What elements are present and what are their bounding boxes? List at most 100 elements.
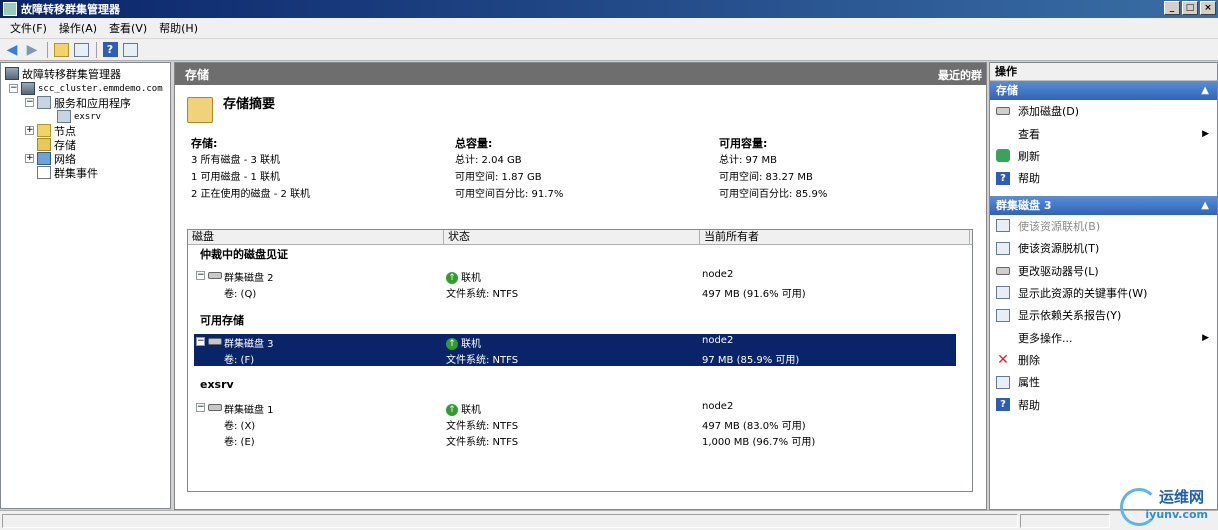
menu-view[interactable]: 查看(V) [103, 20, 153, 36]
view-icon [996, 127, 1010, 140]
disk-status: 联机 [461, 405, 481, 416]
storage-heading: 存储: [191, 137, 218, 150]
action-take-offline[interactable]: 使该资源脱机(T) [990, 237, 1217, 259]
group-available-storage: 可用存储 [200, 314, 244, 327]
action-show-critical-events[interactable]: 显示此资源的关键事件(W) [990, 282, 1217, 304]
disk-owner: node2 [702, 401, 734, 412]
tree-root[interactable]: 故障转移群集管理器 [5, 66, 121, 81]
menu-action[interactable]: 操作(A) [53, 20, 103, 36]
toolbar: ◀ ▶ ? [0, 39, 1218, 61]
tree-services[interactable]: − 服务和应用程序 [25, 95, 131, 110]
collapse-icon[interactable]: − [25, 98, 34, 107]
action-delete[interactable]: ✕ 删除 [990, 349, 1217, 371]
volume-filesystem: 文件系统: NTFS [446, 437, 519, 448]
volume-row[interactable]: 卷: (Q) 文件系统: NTFS 497 MB (91.6% 可用) [194, 284, 956, 300]
report-icon [996, 308, 1010, 322]
collapse-icon[interactable]: − [196, 403, 205, 412]
collapse-caret-icon[interactable]: ▲ [1201, 196, 1209, 215]
volume-size: 97 MB (85.9% 可用) [702, 355, 800, 366]
action-change-drive-letter[interactable]: 更改驱动器号(L) [990, 259, 1217, 281]
submenu-arrow-icon: ▶ [1202, 128, 1209, 139]
expand-icon[interactable]: + [25, 126, 34, 135]
take-offline-icon [996, 241, 1010, 255]
action-label: 更改驱动器号(L) [1018, 264, 1099, 278]
show-hide-tree-icon[interactable] [72, 41, 90, 59]
back-arrow-icon[interactable]: ◀ [3, 41, 21, 59]
disk-row[interactable]: − 群集磁盘 1 ↑ 联机 node2 [194, 400, 956, 416]
menu-bar: 文件(F) 操作(A) 查看(V) 帮助(H) [0, 18, 1218, 39]
server-icon [57, 110, 71, 123]
action-help-2[interactable]: ? 帮助 [990, 394, 1217, 416]
action-refresh[interactable]: 刷新 [990, 145, 1217, 167]
network-icon [37, 152, 51, 165]
online-icon: ↑ [446, 404, 458, 416]
summary-line: 可用空间: 83.27 MB [719, 172, 813, 183]
events-icon [996, 286, 1010, 300]
add-disk-icon [996, 107, 1010, 116]
submenu-arrow-icon: ▶ [1202, 332, 1209, 343]
status-segment [2, 514, 1018, 528]
volume-row-selected[interactable]: 卷: (F) 文件系统: NTFS 97 MB (85.9% 可用) [194, 350, 956, 366]
disk-row[interactable]: − 群集磁盘 2 ↑ 联机 node2 [194, 268, 956, 284]
expand-icon[interactable]: + [25, 154, 34, 163]
summary-line: 3 所有磁盘 - 3 联机 [191, 155, 281, 166]
up-folder-icon[interactable] [52, 41, 70, 59]
summary-line: 2 正在使用的磁盘 - 2 联机 [191, 189, 311, 200]
volume-row[interactable]: 卷: (E) 文件系统: NTFS 1,000 MB (96.7% 可用) [194, 432, 956, 448]
column-header-status[interactable]: 状态 [444, 230, 700, 244]
column-header-owner[interactable]: 当前所有者 [700, 230, 970, 244]
forward-arrow-icon[interactable]: ▶ [23, 41, 41, 59]
minimize-button[interactable]: _ [1164, 1, 1180, 15]
action-label: 帮助 [1018, 172, 1040, 186]
action-add-disk[interactable]: 添加磁盘(D) [990, 100, 1217, 122]
collapse-caret-icon[interactable]: ▲ [1201, 81, 1209, 100]
close-button[interactable]: × [1200, 1, 1216, 15]
disk-status: 联机 [461, 339, 481, 350]
storage-summary: 存储: 3 所有磁盘 - 3 联机 1 可用磁盘 - 1 联机 2 正在使用的磁… [191, 135, 310, 203]
total-heading: 总容量: [455, 137, 493, 150]
group-exsrv: exsrv [200, 378, 234, 391]
tree-cluster-label: scc_cluster.emmdemo.com [38, 83, 163, 94]
action-view[interactable]: 查看 ▶ [990, 122, 1217, 144]
volume-row[interactable]: 卷: (X) 文件系统: NTFS 497 MB (83.0% 可用) [194, 416, 956, 432]
refresh-icon [996, 149, 1010, 163]
help-icon[interactable]: ? [101, 41, 119, 59]
action-more-actions[interactable]: 更多操作... ▶ [990, 327, 1217, 349]
action-dependency-report[interactable]: 显示依赖关系报告(Y) [990, 304, 1217, 326]
action-label: 删除 [1018, 354, 1040, 368]
collapse-icon[interactable]: − [196, 337, 205, 346]
actions-section-storage[interactable]: 存储 ▲ [990, 81, 1217, 100]
actions-pane: 操作 存储 ▲ 添加磁盘(D) 查看 ▶ 刷新 ? 帮助 群集磁盘 3 ▲ 使该资源… [989, 62, 1218, 510]
column-header-disk[interactable]: 磁盘 [188, 230, 444, 244]
volume-filesystem: 文件系统: NTFS [446, 289, 519, 300]
more-icon [996, 331, 1010, 344]
action-properties[interactable]: 属性 [990, 371, 1217, 393]
services-icon [37, 96, 51, 109]
menu-file[interactable]: 文件(F) [4, 20, 53, 36]
online-icon: ↑ [446, 272, 458, 284]
volume-label: 卷: (E) [224, 437, 255, 448]
cluster-manager-icon [5, 67, 19, 80]
recent-events-label[interactable]: 最近的群 [938, 67, 982, 83]
center-header: 存储 最近的群 [175, 63, 986, 85]
restore-button[interactable]: □ [1182, 1, 1198, 15]
volume-size: 497 MB (83.0% 可用) [702, 421, 806, 432]
menu-help[interactable]: 帮助(H) [153, 20, 204, 36]
disk-owner: node2 [702, 269, 734, 280]
action-label: 使该资源脱机(T) [1018, 242, 1100, 256]
events-icon [37, 166, 51, 179]
show-hide-action-pane-icon[interactable] [121, 41, 139, 59]
center-header-title: 存储 [185, 67, 210, 82]
action-bring-online[interactable]: 使该资源联机(B) [990, 215, 1217, 237]
disk-row-selected[interactable]: − 群集磁盘 3 ↑ 联机 node2 [194, 334, 956, 350]
disk-grid: 磁盘 状态 当前所有者 仲裁中的磁盘见证 − 群集磁盘 2 ↑ 联机 node2 … [187, 229, 973, 492]
collapse-icon[interactable]: − [9, 84, 18, 93]
toolbar-separator [47, 41, 48, 58]
collapse-icon[interactable]: − [196, 271, 205, 280]
action-help[interactable]: ? 帮助 [990, 167, 1217, 189]
drive-icon [996, 266, 1010, 275]
actions-section-disk[interactable]: 群集磁盘 3 ▲ [990, 195, 1217, 215]
volume-label: 卷: (X) [224, 421, 256, 432]
group-witness: 仲裁中的磁盘见证 [200, 248, 288, 261]
tree-events[interactable]: 群集事件 [37, 165, 98, 180]
